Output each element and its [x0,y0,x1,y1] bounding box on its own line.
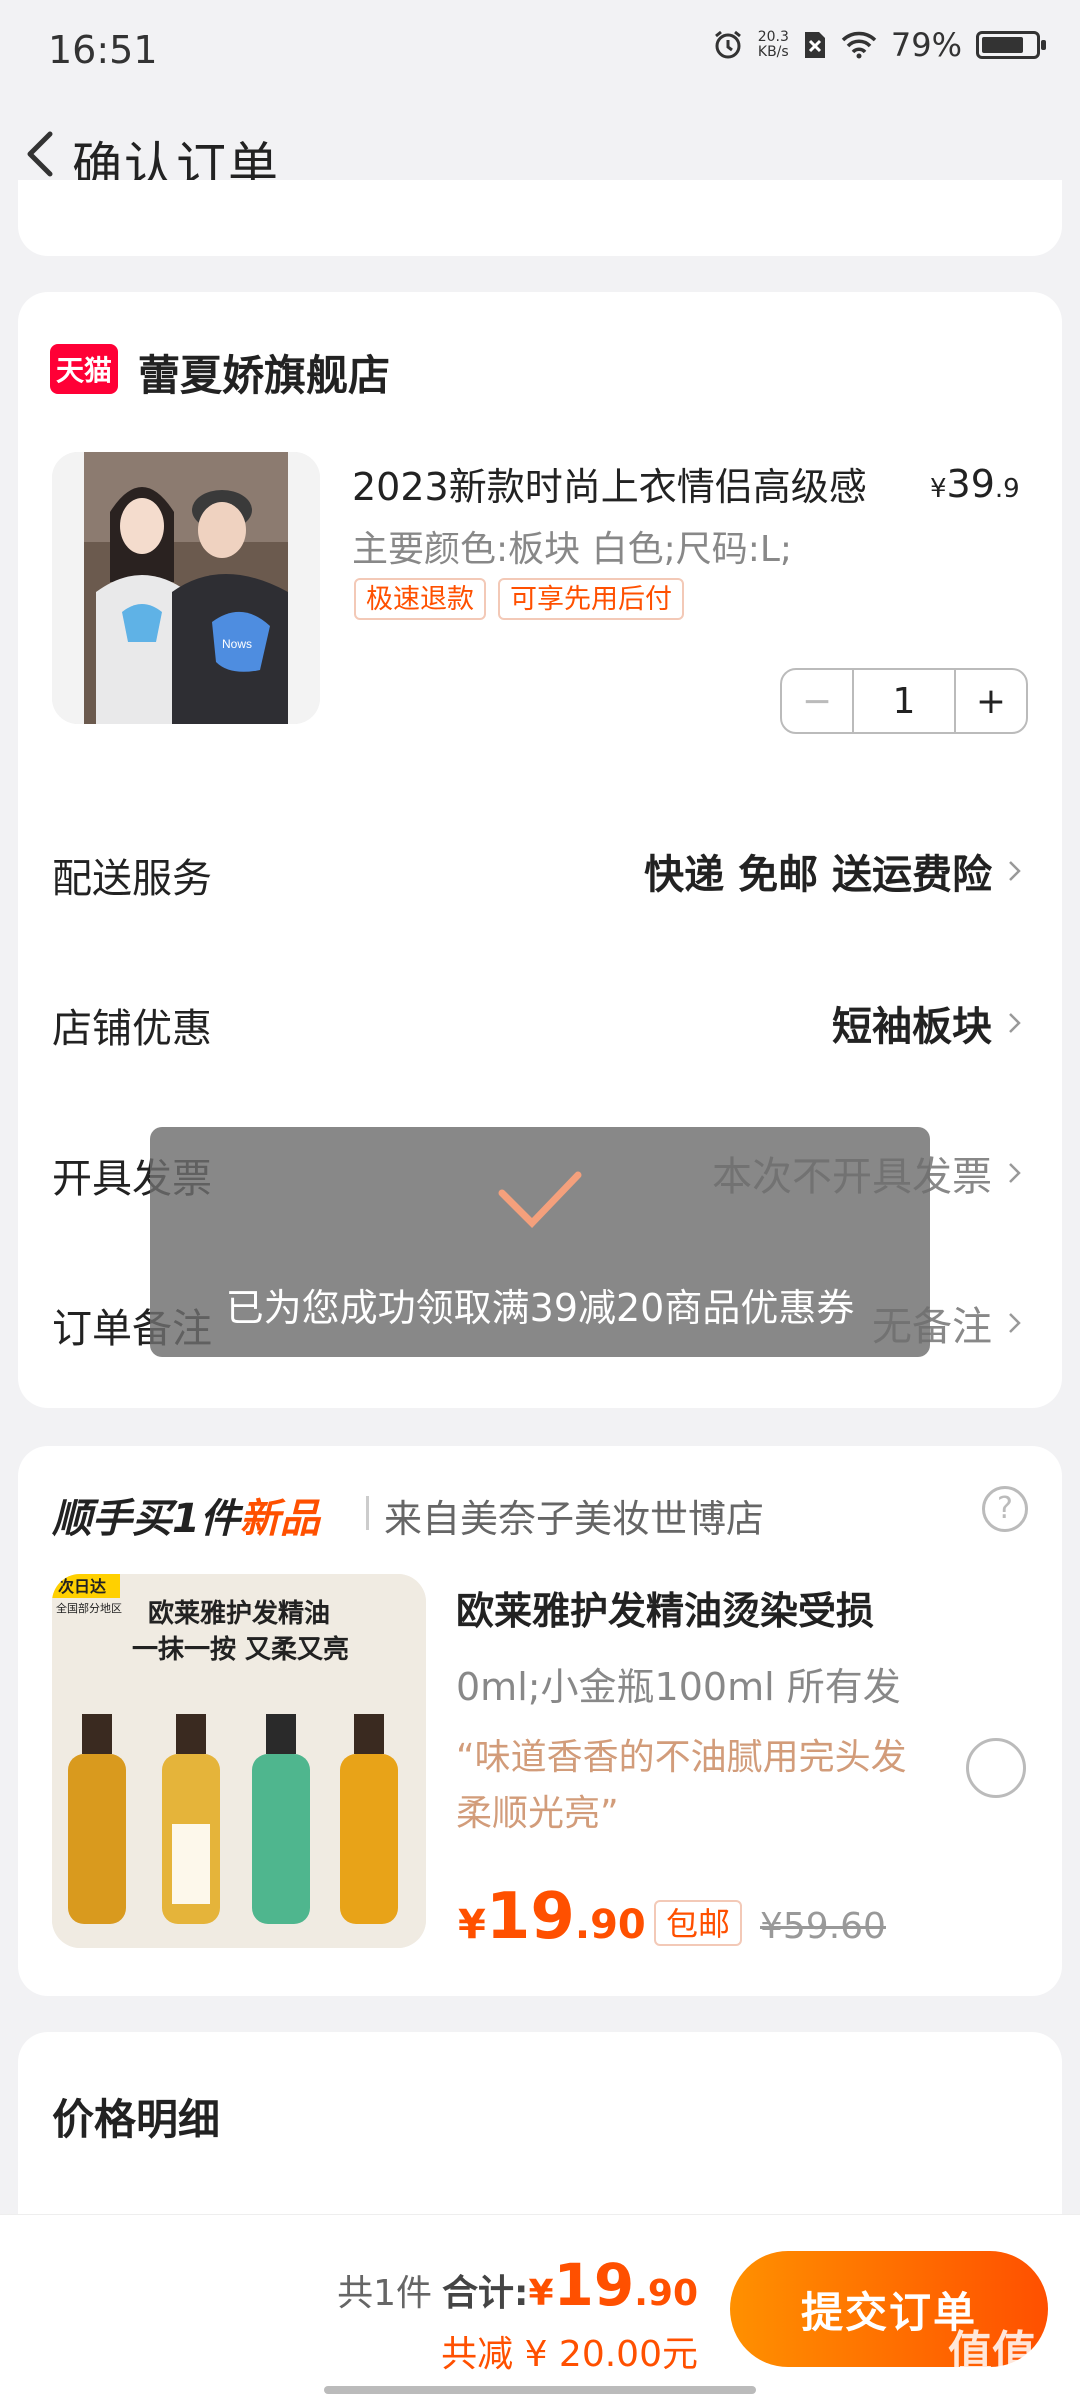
upsell-product-image[interactable]: 次日达 全国部分地区 欧莱雅护发精油 一抹一按 又柔又亮 [52,1574,426,1948]
battery-icon [976,31,1046,59]
total-line: 共1件 合计: ¥ 19 .90 [337,2251,698,2319]
image-sub: 全国部分地区 [56,1601,122,1615]
store-discount-row[interactable]: 短袖板块 [832,994,1026,1052]
upsell-title-new: 新品 [239,1496,320,1542]
sim-off-icon [804,32,825,58]
status-bar: 16:51 20.3 KB/s 79% [0,0,1080,100]
coupon-toast: 已为您成功领取满39减20商品优惠券 [150,1127,930,1357]
price-decimal: .9 [994,474,1020,504]
upsell-price-decimal: .90 [574,1902,646,1948]
total-currency: ¥ [528,2273,554,2314]
chevron-right-icon [1009,1013,1021,1033]
home-indicator[interactable] [324,2386,756,2394]
delivery-row[interactable]: 快递 免邮 送运费险 [644,842,1026,900]
bottom-bar: 共1件 合计: ¥ 19 .90 共减 ¥ 20.00元 提交订单 [0,2214,1080,2401]
alarm-icon [714,30,741,59]
upsell-price: ¥19.90 [458,1880,646,1954]
item-count: 共1件 [337,2273,433,2314]
product-photo: Nows [52,452,320,724]
order-summary: 共1件 合计: ¥ 19 .90 共减 ¥ 20.00元 [337,2251,698,2377]
chevron-right-icon [1009,861,1021,881]
image-line1: 欧莱雅护发精油 [148,1598,330,1629]
price-detail-title: 价格明细 [52,2095,221,2144]
upsell-title-prefix: 顺手买1件 [52,1496,240,1542]
product-sku[interactable]: 主要颜色:板块 白色;尺码:L; [352,520,792,572]
battery-percent: 79% [890,26,962,64]
plus-button[interactable]: + [954,670,1026,732]
back-arrow-icon[interactable] [14,126,70,182]
svg-text:Nows: Nows [222,637,252,651]
chevron-right-icon [1009,1313,1021,1333]
delivery-value: 快递 免邮 送运费险 [644,852,992,898]
upsell-price-integer: 19 [485,1880,575,1954]
tag-pay-later: 可享先用后付 [498,578,684,620]
total-decimal: .90 [634,2273,698,2314]
battery-fill [982,37,1023,53]
price-integer: 39 [946,462,995,506]
net-speed-unit: KB/s [757,44,789,60]
store-name[interactable]: 蕾夏娇旗舰店 [138,342,390,403]
status-icons: 20.3 KB/s 79% [712,26,1046,64]
address-card-bottom[interactable] [18,180,1062,256]
upsell-original-price: ¥59.60 [760,1906,886,1947]
product-title[interactable]: 2023新款时尚上衣情侣高级感 [352,456,867,511]
net-speed: 20.3 KB/s [758,30,789,60]
quantity-stepper: − 1 + [780,668,1028,734]
divider [366,1496,369,1530]
check-icon [498,1171,582,1229]
help-icon[interactable]: ? [982,1486,1028,1532]
discount-total: 共减 ¥ 20.00元 [441,2334,698,2375]
chevron-right-icon [1009,1163,1021,1183]
upsell-title: 顺手买1件新品 [52,1486,320,1544]
hair-oil-photo: 次日达 全国部分地区 欧莱雅护发精油 一抹一按 又柔又亮 [52,1574,426,1948]
store-discount-value: 短袖板块 [832,1004,992,1050]
tmall-logo: 天猫 [50,344,118,394]
net-speed-value: 20.3 [757,29,789,45]
upsell-select-radio[interactable] [966,1738,1026,1798]
image-badge: 次日达 [58,1577,106,1596]
minus-button[interactable]: − [782,670,854,732]
upsell-review-quote: “味道香香的不油腻用完头发柔顺光亮” [456,1737,907,1834]
tag-fast-refund: 极速退款 [354,578,486,620]
upsell-price-currency: ¥ [458,1902,486,1948]
quantity-value[interactable]: 1 [854,670,954,732]
total-label: 合计: [442,2273,529,2314]
price-currency: ¥ [930,474,947,504]
image-line2: 一抹一按 又柔又亮 [132,1634,349,1665]
watermark-url: zhizhizhi.com [956,2370,1065,2389]
upsell-product-name[interactable]: 欧莱雅护发精油烫染受损 [456,1580,874,1635]
upsell-source-store[interactable]: 来自美奈子美妆世博店 [384,1488,764,1543]
product-price: ¥39.9 [930,462,1020,506]
free-shipping-badge: 包邮 [654,1900,743,1946]
toast-message: 已为您成功领取满39减20商品优惠券 [225,1286,855,1330]
total-integer: 19 [553,2251,635,2319]
store-discount-label: 店铺优惠 [52,1006,212,1052]
delivery-label: 配送服务 [52,856,212,902]
upsell-product-sku: 0ml;小金瓶100ml 所有发 [456,1665,901,1709]
wifi-icon [841,31,877,59]
product-image[interactable]: Nows [52,452,320,724]
status-time: 16:51 [48,28,158,72]
